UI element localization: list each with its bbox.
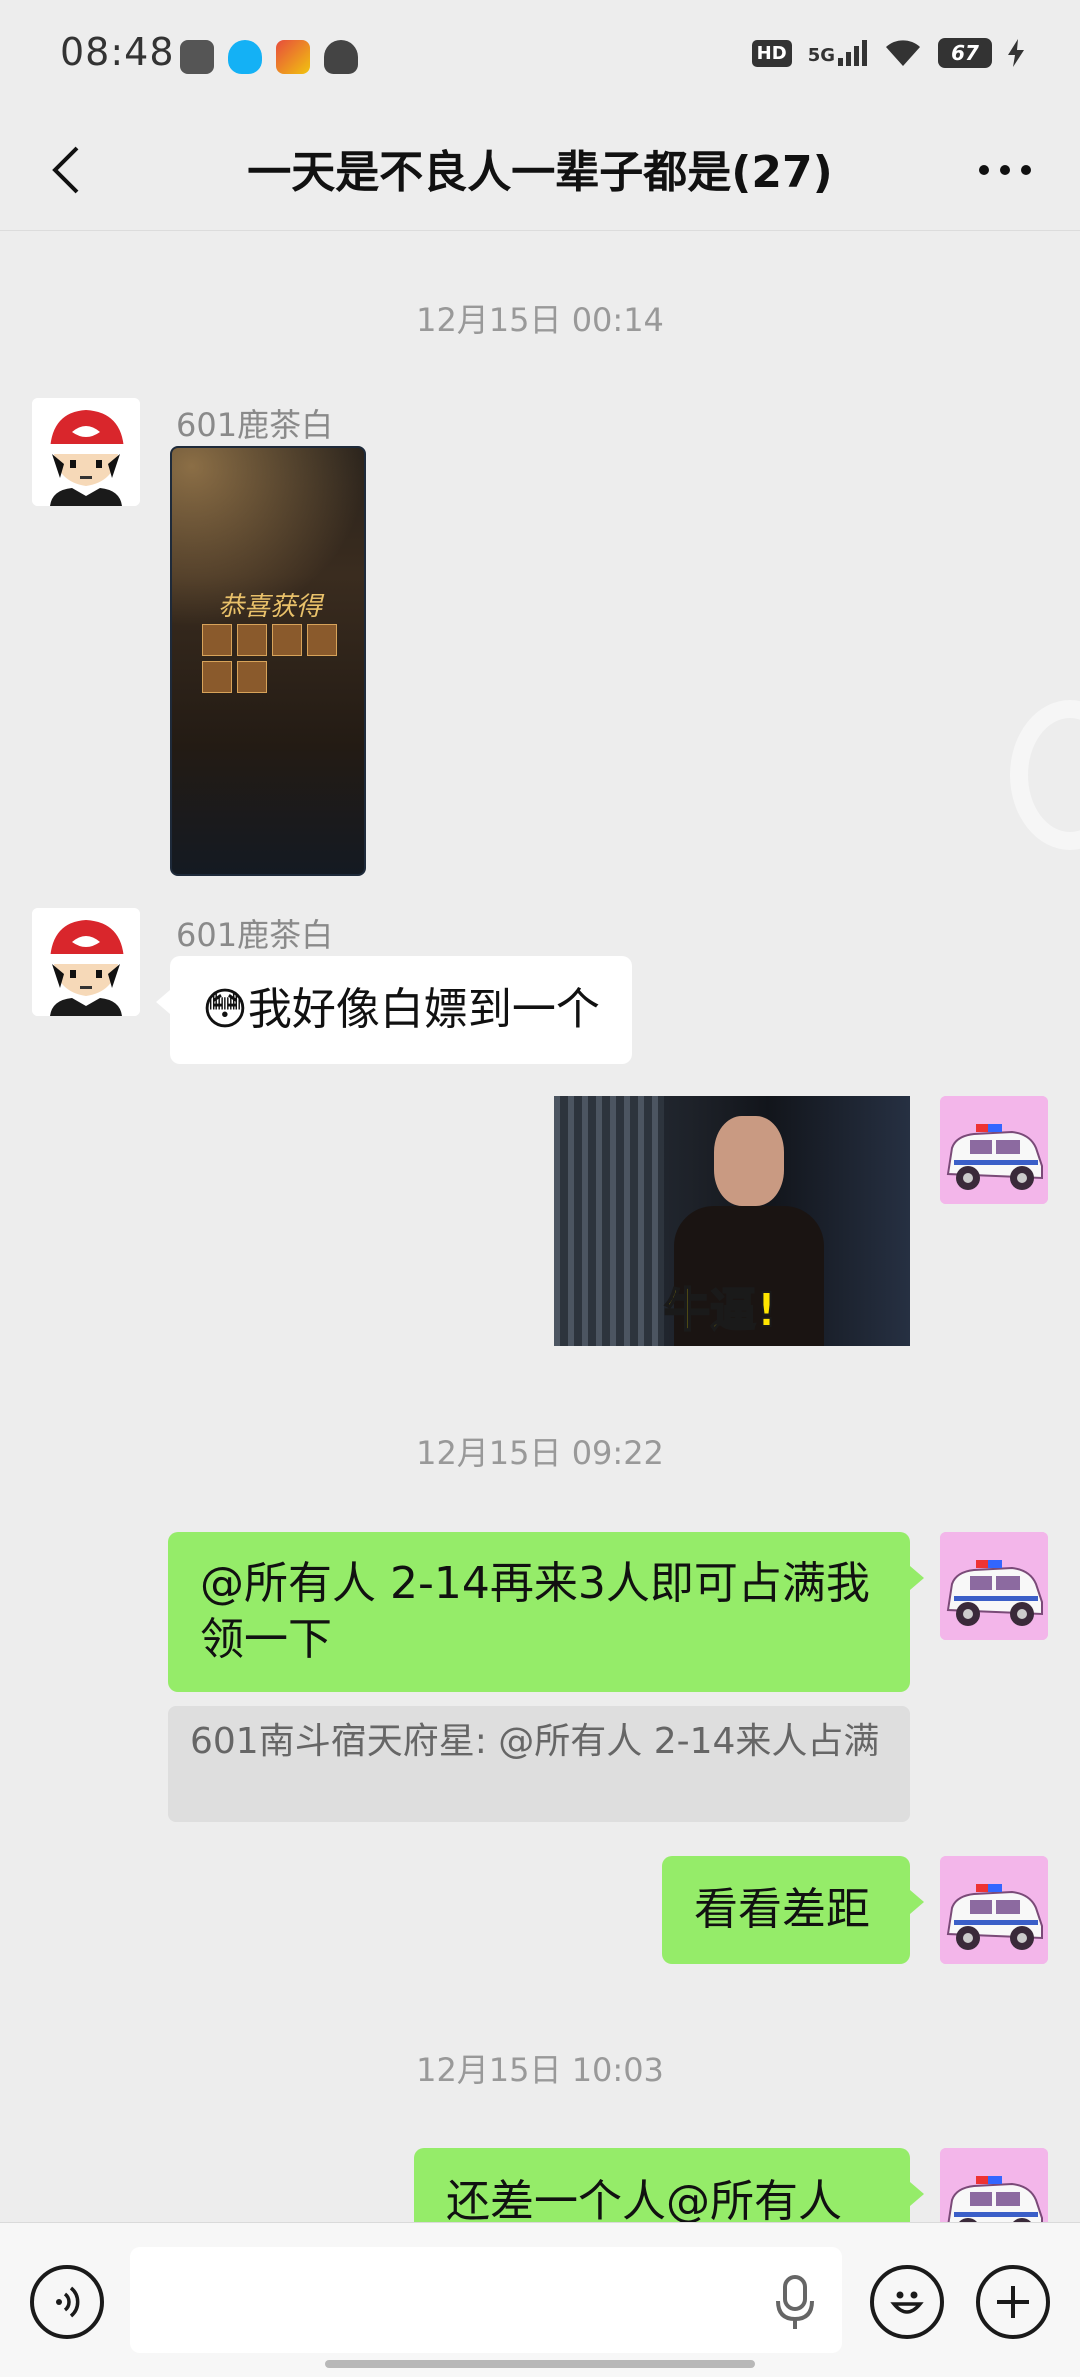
more-dots-icon bbox=[979, 165, 1031, 175]
status-indicators: HD 5G 67 bbox=[751, 38, 1024, 68]
emoji-icon bbox=[890, 2291, 924, 2314]
timestamp: 12月15日 00:14 bbox=[416, 301, 664, 339]
hd-badge: HD bbox=[751, 39, 792, 67]
signal-icon: 5G bbox=[808, 40, 868, 66]
wifi-icon bbox=[886, 40, 920, 66]
message-bubble[interactable]: 😳我好像白嫖到一个 bbox=[156, 956, 632, 1064]
police-car-avatar-image bbox=[940, 1096, 1048, 1204]
game-app-icon bbox=[276, 40, 310, 74]
message-text: 我好像白嫖到一个 bbox=[247, 984, 600, 1035]
input-bar bbox=[0, 2222, 1080, 2377]
avatar[interactable] bbox=[32, 398, 140, 506]
chat-title: 一天是不良人一辈子都是(27) bbox=[247, 147, 833, 198]
image-curtain bbox=[554, 1096, 664, 1346]
avatar[interactable] bbox=[32, 908, 140, 1016]
status-bar: 08:48 HD 5G 67 bbox=[0, 0, 1080, 110]
more-options-button[interactable] bbox=[970, 140, 1040, 200]
plus-icon bbox=[997, 2286, 1029, 2318]
home-indicator[interactable] bbox=[325, 2360, 755, 2368]
quote-text: 601南斗宿天府星: @所有人 2-14来人占满 bbox=[190, 1721, 880, 1762]
image-caption: 牛逼! bbox=[663, 1282, 778, 1338]
image-message[interactable]: 牛逼! bbox=[554, 1096, 910, 1346]
reward-grid bbox=[202, 624, 342, 693]
message-input[interactable] bbox=[130, 2247, 842, 2353]
status-time: 08:48 bbox=[60, 30, 175, 74]
message-bubble[interactable]: @所有人 2-14再来3人即可占满我领一下 bbox=[168, 1532, 924, 1692]
microphone-icon[interactable] bbox=[770, 2273, 820, 2333]
image-message[interactable]: 恭喜获得 bbox=[170, 446, 366, 876]
chevron-left-icon bbox=[52, 146, 79, 194]
timestamp: 12月15日 10:03 bbox=[416, 2051, 664, 2089]
avatar[interactable] bbox=[940, 1856, 1048, 1964]
app-notification-icon bbox=[180, 40, 214, 74]
avatar[interactable] bbox=[940, 1096, 1048, 1204]
back-button[interactable] bbox=[36, 140, 96, 200]
status-app-icons bbox=[180, 40, 358, 74]
sender-name: 601鹿茶白 bbox=[176, 916, 334, 954]
battery-indicator: 67 bbox=[938, 38, 992, 68]
flushed-face-emoji: 😳 bbox=[202, 984, 248, 1035]
police-car-avatar-image bbox=[940, 1856, 1048, 1964]
network-type: 5G bbox=[807, 45, 835, 66]
voice-toggle-button[interactable] bbox=[30, 2265, 104, 2339]
more-functions-button[interactable] bbox=[976, 2265, 1050, 2339]
user-avatar-image bbox=[32, 908, 140, 1016]
message-text: @所有人 2-14再来3人即可占满我领一下 bbox=[200, 1558, 870, 1665]
police-car-avatar-image bbox=[940, 1532, 1048, 1640]
quoted-message[interactable]: 601南斗宿天府星: @所有人 2-14来人占满 bbox=[168, 1706, 910, 1822]
message-text: 看看差距 bbox=[694, 1884, 870, 1935]
image-caption: 恭喜获得 bbox=[217, 592, 322, 622]
avatar[interactable] bbox=[940, 1532, 1048, 1640]
message-text: 还差一个人@所有人 bbox=[446, 2176, 842, 2227]
message-bubble[interactable]: 看看差距 bbox=[662, 1856, 924, 1964]
charging-icon bbox=[1008, 39, 1024, 67]
voice-icon bbox=[56, 2286, 80, 2318]
sender-name: 601鹿茶白 bbox=[176, 406, 334, 444]
emoji-button[interactable] bbox=[870, 2265, 944, 2339]
qq-icon bbox=[228, 40, 262, 74]
floating-edge-handle[interactable] bbox=[1010, 700, 1080, 850]
user-avatar-image bbox=[32, 398, 140, 506]
cloud-icon bbox=[324, 40, 358, 74]
timestamp: 12月15日 09:22 bbox=[416, 1434, 664, 1472]
chat-header: 一天是不良人一辈子都是(27) bbox=[0, 110, 1080, 231]
